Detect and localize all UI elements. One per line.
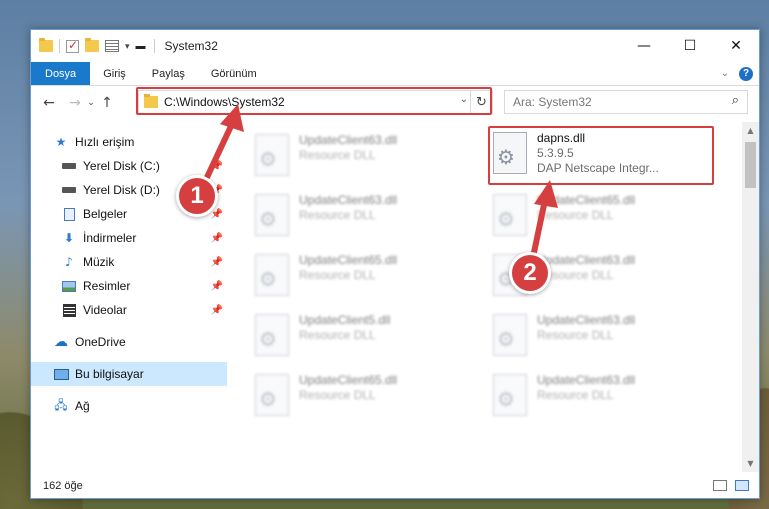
annotation-arrows bbox=[199, 104, 558, 265]
step-2-badge: 2 bbox=[509, 252, 551, 294]
step-1-badge: 1 bbox=[176, 175, 218, 217]
arrow-2-head bbox=[534, 180, 558, 208]
arrow-1-head bbox=[220, 104, 244, 132]
